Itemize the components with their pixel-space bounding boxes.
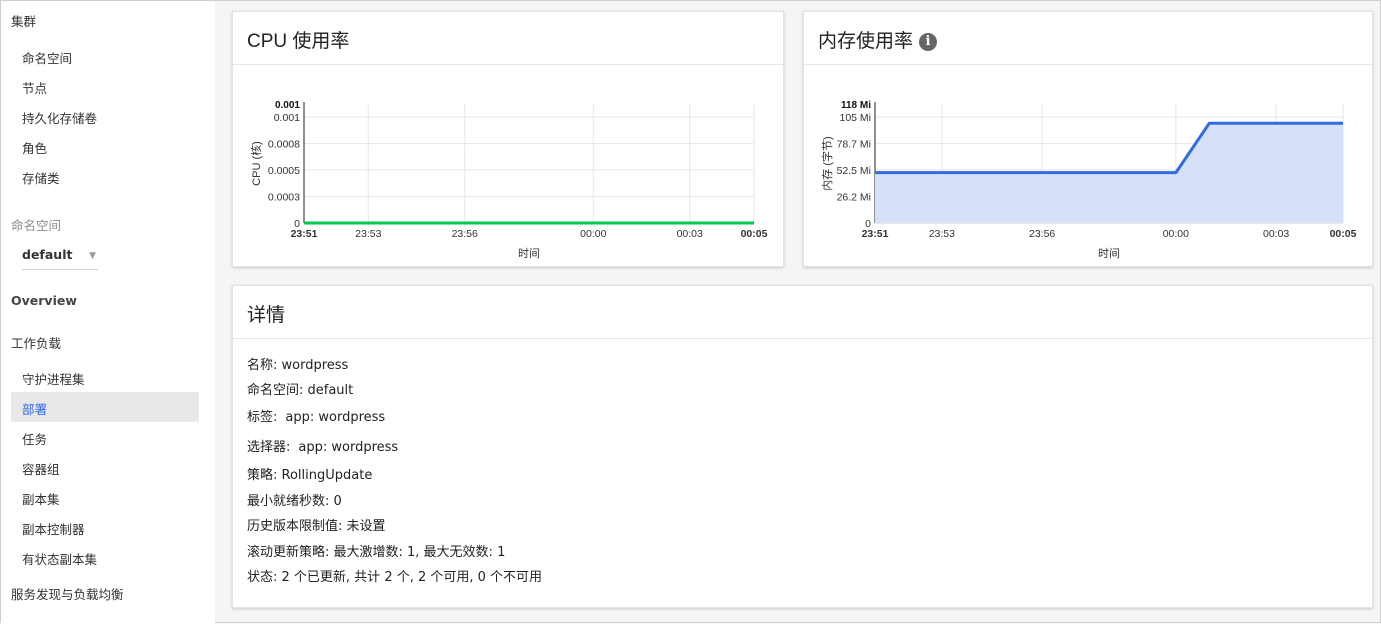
detail-rolling-update-strategy: 滚动更新策略: 最大激增数: 1, 最大无效数: 1 <box>247 545 506 560</box>
detail-revision-history-limit: 历史版本限制值: 未设置 <box>247 519 386 534</box>
namespace-select-value: default <box>22 247 73 262</box>
sidebar-item-persistent-volumes[interactable]: 持久化存储卷 <box>22 108 97 127</box>
sidebar-item-roles[interactable]: 角色 <box>22 138 47 157</box>
y-tick-label: 26.2 Mi <box>837 192 871 204</box>
x-axis-label: 时间 <box>1098 247 1120 260</box>
y-axis-label: CPU (核) <box>249 141 263 186</box>
sidebar-item-replica-sets[interactable]: 副本集 <box>22 489 60 508</box>
sidebar-header-cluster[interactable]: 集群 <box>11 11 36 30</box>
sidebar: 集群 命名空间 节点 持久化存储卷 角色 存储类 命名空间 default ▼ … <box>1 1 215 624</box>
detail-name: 名称: wordpress <box>247 358 349 373</box>
sidebar-item-deployments[interactable]: 部署 <box>22 399 47 418</box>
y-tick-label: 78.7 Mi <box>837 139 871 151</box>
x-tick-label: 23:51 <box>862 228 889 240</box>
sidebar-header-discovery[interactable]: 服务发现与负载均衡 <box>11 584 124 603</box>
details-card-title: 详情 <box>247 305 286 326</box>
detail-selector-key: 选择器: <box>247 440 291 455</box>
y-tick-label: 0.0005 <box>268 165 300 177</box>
sidebar-item-pods[interactable]: 容器组 <box>22 459 60 478</box>
sidebar-item-jobs[interactable]: 任务 <box>22 429 47 448</box>
details-card: 详情 名称: wordpress 命名空间: default 标签: app: w… <box>232 285 1373 608</box>
sidebar-item-replication-controllers[interactable]: 副本控制器 <box>22 519 85 538</box>
y-tick-label: 0.0008 <box>268 139 300 151</box>
memory-card-title-text: 内存使用率 <box>818 31 914 52</box>
x-axis-label: 时间 <box>518 247 540 260</box>
detail-status: 状态: 2 个已更新, 共计 2 个, 2 个可用, 0 个不可用 <box>247 570 543 585</box>
y-tick-label: 105 Mi <box>839 112 871 124</box>
chevron-down-icon: ▼ <box>89 251 96 261</box>
x-tick-label: 00:00 <box>1163 228 1189 240</box>
sidebar-header-workloads[interactable]: 工作负载 <box>11 333 61 352</box>
label-chip: app: wordpress <box>285 410 386 425</box>
x-tick-label: 23:53 <box>929 228 955 240</box>
sidebar-item-daemon-sets[interactable]: 守护进程集 <box>22 369 85 388</box>
y-tick-label: 0.0003 <box>268 192 300 204</box>
cpu-usage-chart: 00.00030.00050.00080.0010.00123:51 23:53 2… <box>249 100 768 260</box>
detail-strategy: 策略: RollingUpdate <box>247 468 373 483</box>
memory-usage-chart: 026.2 Mi52.5 Mi78.7 Mi105 Mi118 Mi23:51 2… <box>820 100 1357 260</box>
detail-labels: 标签: app: wordpress <box>247 406 385 425</box>
sidebar-item-storage-classes[interactable]: 存储类 <box>22 168 60 187</box>
x-tick-label: 23:53 <box>355 228 381 240</box>
detail-labels-key: 标签: <box>247 410 278 425</box>
sidebar-item-overview[interactable]: Overview <box>11 293 77 308</box>
detail-min-ready-seconds: 最小就绪秒数: 0 <box>247 494 342 509</box>
sidebar-item-namespaces[interactable]: 命名空间 <box>22 48 72 67</box>
memory-card-title: 内存使用率 i <box>818 26 938 53</box>
namespace-select[interactable]: default ▼ <box>22 245 98 270</box>
card-divider <box>804 64 1372 65</box>
x-tick-label: 23:56 <box>452 228 478 240</box>
x-tick-label: 23:56 <box>1029 228 1055 240</box>
sidebar-header-namespace: 命名空间 <box>11 218 62 233</box>
card-divider <box>233 64 783 65</box>
y-max-label: 0.001 <box>275 100 300 111</box>
info-icon[interactable]: i <box>919 32 938 51</box>
x-tick-label: 00:00 <box>580 228 606 240</box>
x-tick-label: 00:05 <box>741 228 768 240</box>
y-tick-label: 0.001 <box>274 112 300 124</box>
cpu-usage-card: CPU 使用率 0 0.0003 0.0005 0.0008 0.001 0.001 23:… <box>232 11 784 267</box>
x-tick-label: 00:05 <box>1330 228 1357 240</box>
y-max-label: 118 Mi <box>841 100 871 111</box>
cpu-card-title: CPU 使用率 <box>247 31 350 52</box>
selector-chip: app: wordpress <box>298 440 399 455</box>
sidebar-item-nodes[interactable]: 节点 <box>22 78 47 97</box>
card-divider <box>233 338 1372 339</box>
memory-usage-card: 内存使用率 i 0 26.2 Mi 52.5 Mi 78.7 Mi 105 Mi 118 M… <box>803 11 1373 267</box>
detail-namespace: 命名空间: default <box>247 383 354 398</box>
x-tick-label: 00:03 <box>677 228 703 240</box>
y-tick-label: 52.5 Mi <box>837 165 871 177</box>
detail-selector: 选择器: app: wordpress <box>247 436 398 455</box>
x-tick-label: 23:51 <box>291 228 318 240</box>
x-tick-label: 00:03 <box>1263 228 1289 240</box>
sidebar-item-stateful-sets[interactable]: 有状态副本集 <box>22 549 97 568</box>
y-axis-label: 内存 (字节) <box>820 136 834 190</box>
